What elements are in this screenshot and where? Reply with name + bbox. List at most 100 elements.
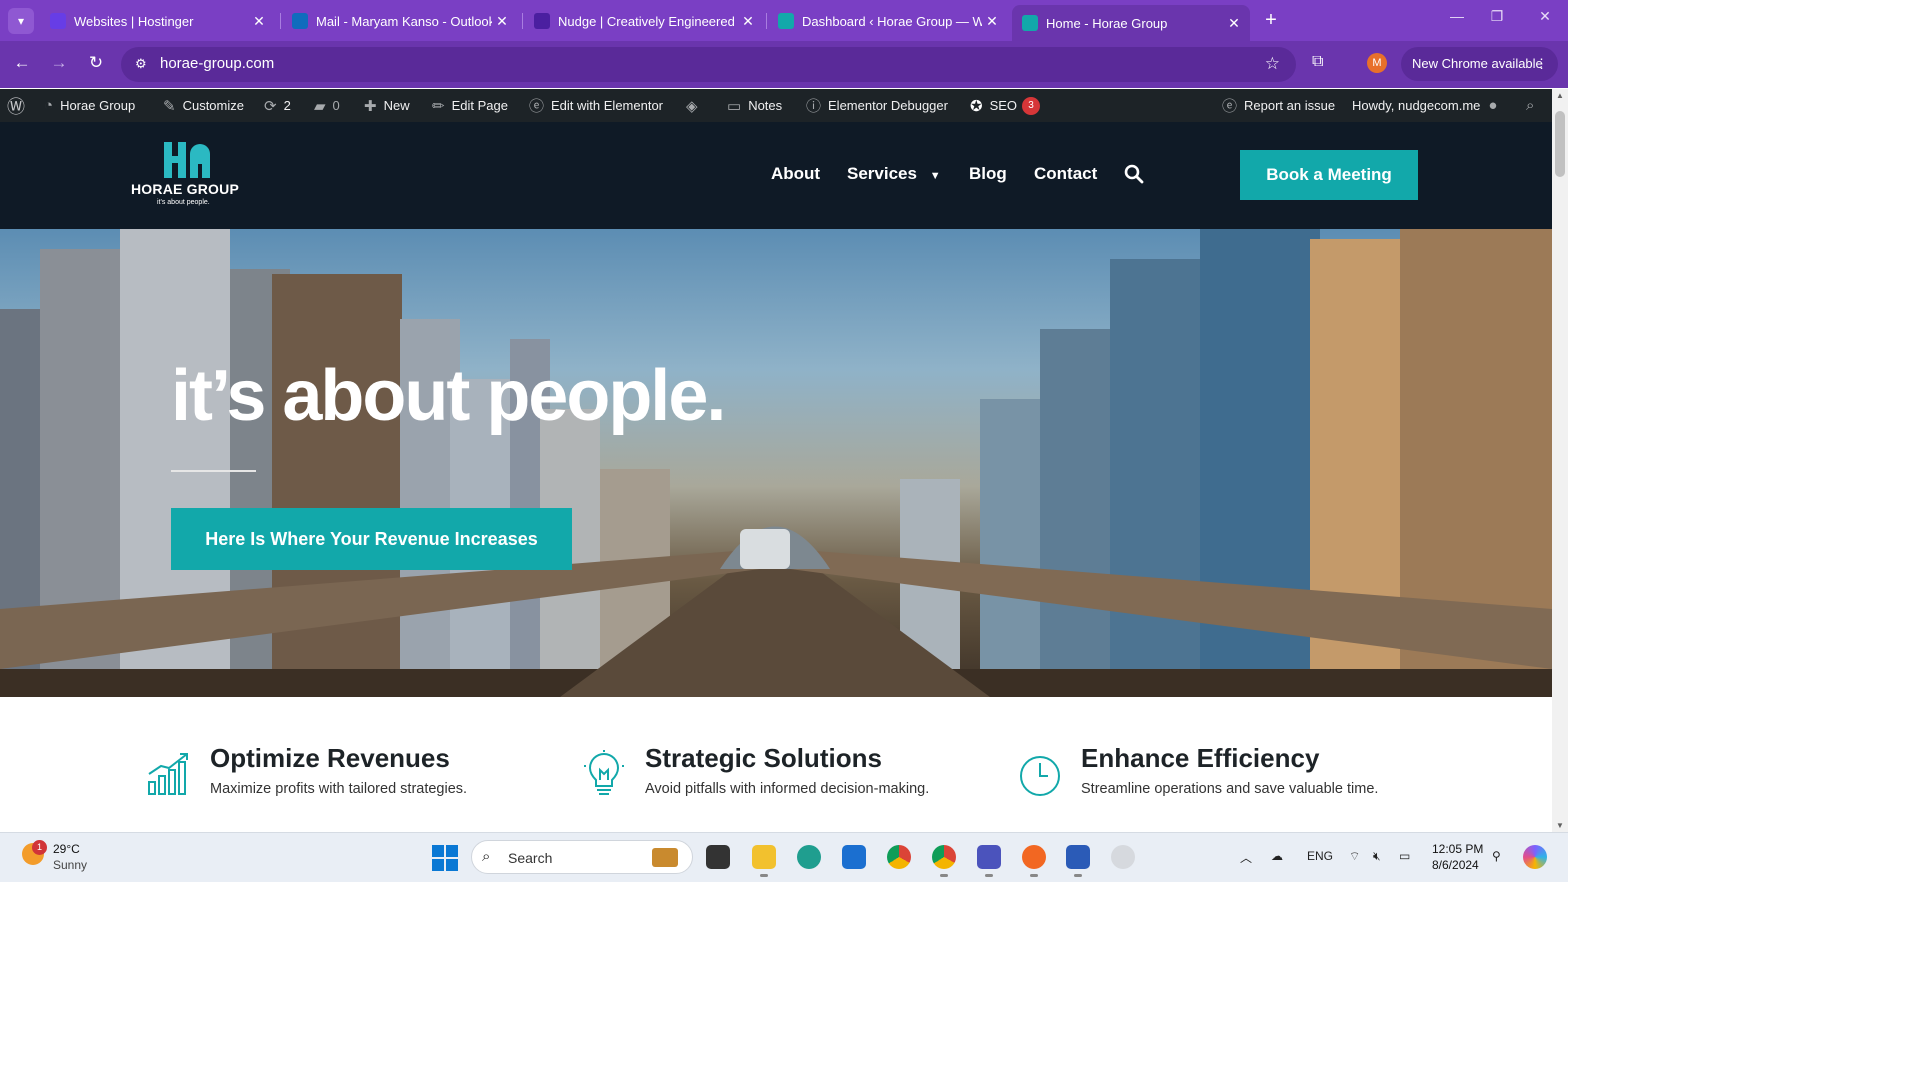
wp-notes[interactable]: ▭ Notes [727, 89, 782, 122]
teams-icon[interactable] [977, 845, 1001, 869]
minimize-icon[interactable]: — [1442, 8, 1472, 24]
tab-label: Nudge | Creatively Engineered C [558, 13, 738, 29]
wp-elementor-debugger[interactable]: ⓘ Elementor Debugger [806, 89, 948, 122]
tab-dashboard[interactable]: Dashboard ‹ Horae Group — W ✕ [768, 6, 1008, 36]
tab-hostinger[interactable]: Websites | Hostinger ✕ [40, 6, 275, 36]
file-explorer-icon[interactable] [752, 845, 776, 869]
wp-howdy[interactable]: Howdy, nudgecom.me ● [1352, 89, 1504, 122]
feature-description: Streamline operations and save valuable … [1081, 781, 1379, 797]
battery-icon[interactable]: ▭ [1399, 849, 1410, 863]
nav-about[interactable]: About [771, 164, 820, 184]
nav-services-label: Services [847, 164, 917, 183]
profile-avatar[interactable]: M [1367, 53, 1387, 73]
feature-description: Maximize profits with tailored strategie… [210, 781, 468, 797]
nav-contact[interactable]: Contact [1034, 164, 1097, 184]
scroll-up-icon[interactable]: ▲ [1552, 91, 1568, 100]
revenue-cta-button[interactable]: Here Is Where Your Revenue Increases [171, 508, 572, 570]
scroll-down-icon[interactable]: ▼ [1552, 821, 1568, 830]
wp-report-issue[interactable]: ⓔ Report an issue [1222, 89, 1335, 122]
hostinger-favicon-icon [50, 13, 66, 29]
elementor-icon: ⓔ [529, 98, 545, 115]
chevron-up-icon[interactable]: ︿ [1240, 849, 1252, 866]
close-tab-icon[interactable]: ✕ [982, 13, 1002, 30]
site-info-icon[interactable]: ⚙ [135, 56, 147, 72]
tab-label: Home - Horae Group [1046, 15, 1168, 31]
wp-comments[interactable]: ▰ 0 [314, 89, 340, 122]
address-bar[interactable]: ⚙ horae-group.com ☆ [121, 47, 1296, 82]
tab-nudge[interactable]: Nudge | Creatively Engineered C ✕ [524, 6, 764, 36]
close-tab-icon[interactable]: ✕ [1224, 15, 1244, 32]
wordpress-logo-icon[interactable]: Ⓦ [7, 89, 32, 122]
wp-seo[interactable]: ✪ SEO 3 [970, 89, 1041, 122]
tab-outlook[interactable]: Mail - Maryam Kanso - Outlook ✕ [282, 6, 518, 36]
wp-new[interactable]: ✚ New [364, 89, 410, 122]
wp-customize[interactable]: ✎ Customize [163, 89, 244, 122]
weather-temp[interactable]: 29°C [53, 842, 80, 856]
taskbar-search[interactable]: ⌕ Search [471, 840, 693, 874]
diamond-icon[interactable]: ◈ [686, 89, 705, 122]
bookmark-star-icon[interactable]: ☆ [1265, 54, 1280, 74]
new-chrome-available-button[interactable]: New Chrome available ⋮ [1401, 47, 1558, 81]
pencil-app-icon[interactable] [1022, 845, 1046, 869]
scroll-thumb[interactable] [1555, 111, 1565, 177]
wifi-icon[interactable]: ⌔ [1349, 849, 1360, 864]
wp-site-name[interactable]: ◔ Horae Group [44, 89, 135, 122]
edge-icon[interactable] [797, 845, 821, 869]
weather-condition[interactable]: Sunny [53, 858, 87, 872]
copilot-icon[interactable] [1523, 845, 1547, 869]
wp-updates[interactable]: ⟳ 2 [264, 89, 291, 122]
comment-icon: ▰ [314, 97, 326, 115]
tab-label: Websites | Hostinger [74, 13, 194, 29]
weather-badge: 1 [32, 840, 47, 855]
nav-blog[interactable]: Blog [969, 164, 1007, 184]
reload-icon[interactable]: ↻ [84, 53, 108, 73]
new-tab-button[interactable]: + [1260, 9, 1282, 32]
restore-icon[interactable]: ❐ [1482, 8, 1512, 25]
wp-search-icon[interactable]: ⌕ [1526, 89, 1541, 122]
windows-start-icon[interactable] [432, 845, 458, 871]
close-tab-icon[interactable]: ✕ [492, 13, 512, 30]
cloud-icon[interactable]: ☁ [1271, 849, 1283, 863]
clock-time[interactable]: 12:05 PM [1432, 842, 1483, 856]
nudge-favicon-icon [534, 13, 550, 29]
url-text[interactable]: horae-group.com [160, 55, 274, 72]
word-icon[interactable] [1066, 845, 1090, 869]
book-meeting-button[interactable]: Book a Meeting [1240, 150, 1418, 200]
horae-logo-icon[interactable] [164, 140, 212, 180]
browser-toolbar: ← → ↻ ⚙ horae-group.com ☆ [0, 41, 1568, 88]
task-view-icon[interactable] [706, 845, 730, 869]
close-window-icon[interactable]: ✕ [1530, 8, 1560, 25]
app-icon[interactable] [1111, 845, 1135, 869]
tab-strip: ▾ Websites | Hostinger ✕ Mail - Maryam K… [0, 0, 1568, 41]
back-arrow-icon[interactable]: ← [10, 53, 34, 73]
logo-name[interactable]: HORAE GROUP [131, 181, 239, 197]
close-tab-icon[interactable]: ✕ [738, 13, 758, 30]
wp-edit-elementor[interactable]: ⓔ Edit with Elementor [529, 89, 663, 122]
nav-services[interactable]: Services ▼ [847, 164, 941, 184]
wp-admin-bar: Ⓦ ◔ Horae Group ✎ Customize ⟳ 2 ▰ 0 ✚ New ✏ Ed… [0, 89, 1552, 122]
language-indicator[interactable]: ENG [1307, 849, 1333, 863]
pencil-icon: ✏ [432, 97, 445, 115]
close-tab-icon[interactable]: ✕ [249, 13, 269, 30]
clock-date[interactable]: 8/6/2024 [1432, 858, 1479, 872]
forward-arrow-icon[interactable]: → [47, 53, 71, 73]
briefcase-icon [652, 848, 678, 867]
tab-search-button[interactable]: ▾ [8, 8, 34, 34]
extensions-icon[interactable]: ⧉ [1312, 53, 1323, 71]
notification-bell-icon[interactable]: ⚲ [1492, 849, 1501, 863]
search-icon[interactable] [1124, 164, 1144, 184]
mute-icon[interactable]: 🔇︎ [1373, 849, 1381, 864]
chrome-profile-icon[interactable] [932, 845, 956, 869]
wp-edit-page[interactable]: ✏ Edit Page [432, 89, 508, 122]
horae-favicon-icon [1022, 15, 1038, 31]
tab-home-active[interactable]: Home - Horae Group ✕ [1012, 5, 1250, 41]
mail-icon[interactable] [842, 845, 866, 869]
user-avatar-icon: ● [1488, 97, 1498, 114]
feature-description: Avoid pitfalls with informed decision-ma… [645, 781, 930, 797]
hero-divider [171, 470, 256, 472]
chrome-icon[interactable] [887, 845, 911, 869]
horae-favicon-icon [778, 13, 794, 29]
city-skyline-image [0, 229, 1552, 697]
page-scrollbar[interactable]: ▲ ▼ [1552, 89, 1568, 832]
more-menu-icon[interactable]: ⋮ [1535, 47, 1548, 81]
